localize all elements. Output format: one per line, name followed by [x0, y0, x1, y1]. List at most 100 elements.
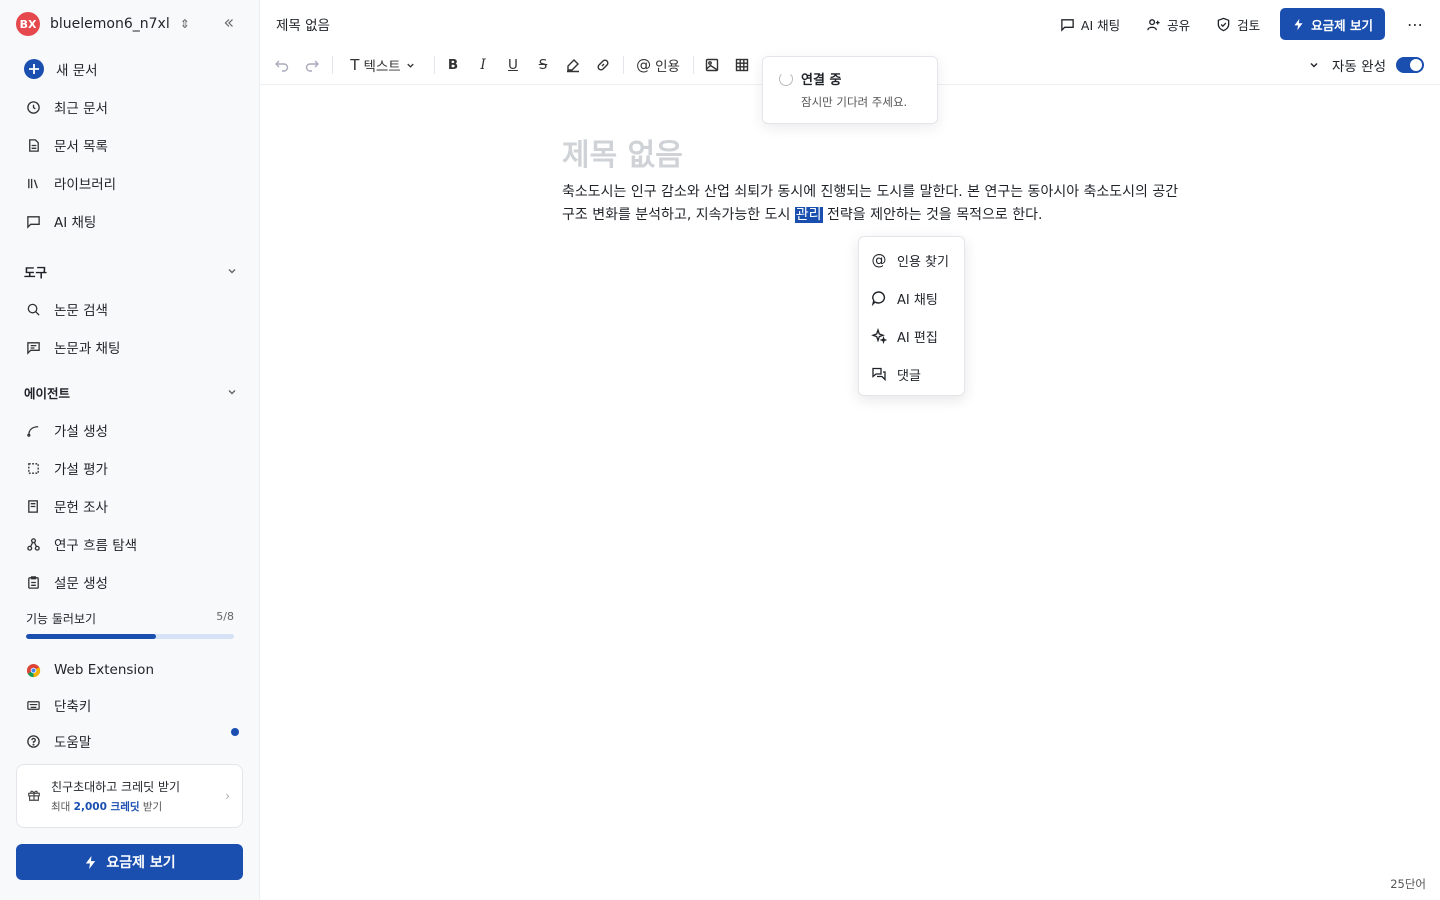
- invite-friends-card[interactable]: 친구초대하고 크레딧 받기 최대 2,000 크레딧 받기 ›: [16, 764, 243, 828]
- view-plans-top-button[interactable]: 요금제 보기: [1280, 8, 1385, 40]
- comment-icon: [872, 367, 886, 382]
- section-title: 도구: [24, 264, 48, 280]
- sidebar: BX bluelemon6_n7xl ⇕ 새 문서 최근 문서 문서 목록 라이…: [0, 0, 260, 900]
- nav-document-list[interactable]: 문서 목록: [16, 129, 244, 161]
- autocomplete-toggle[interactable]: [1396, 57, 1424, 73]
- button-label: 요금제 보기: [1311, 17, 1373, 33]
- document-body[interactable]: 축소도시는 인구 감소와 산업 쇠퇴가 동시에 진행되는 도시를 말한다. 본 …: [562, 181, 1182, 227]
- nav-library[interactable]: 라이브러리: [16, 167, 244, 199]
- collapse-sidebar-icon[interactable]: [218, 12, 240, 34]
- connecting-subtitle: 잠시만 기다려 주세요.: [801, 95, 908, 109]
- survey-icon: [24, 573, 42, 591]
- nav-label: 도움말: [54, 735, 92, 751]
- ai-chat-menu-item[interactable]: AI 채팅: [859, 279, 964, 317]
- table-icon[interactable]: [732, 54, 752, 76]
- link-icon[interactable]: [593, 54, 613, 76]
- nav-label: 최근 문서: [54, 101, 108, 117]
- nav-paper-chat[interactable]: 논문과 채팅: [16, 331, 244, 363]
- nav-recent-documents[interactable]: 최근 문서: [16, 91, 244, 123]
- help-icon: [24, 732, 42, 750]
- ai-chat-button[interactable]: AI 채팅: [1060, 15, 1120, 34]
- nav-survey-generation[interactable]: 설문 생성: [16, 566, 244, 598]
- tools-section-header[interactable]: 도구: [24, 259, 238, 283]
- nav-help[interactable]: 도움말: [16, 725, 244, 757]
- spinner-icon: [779, 71, 793, 86]
- at-icon: @: [871, 251, 887, 269]
- menu-label: 인용 찾기: [897, 254, 949, 270]
- nav-label: 라이브러리: [54, 177, 117, 193]
- nav-new-document[interactable]: 새 문서: [16, 53, 244, 85]
- nav-hypothesis-generation[interactable]: 가설 생성: [16, 414, 244, 446]
- keyboard-icon: [24, 696, 42, 714]
- image-icon[interactable]: [702, 54, 722, 76]
- review-button[interactable]: 검토: [1216, 15, 1260, 34]
- chevron-right-icon: ›: [225, 789, 230, 803]
- workspace-switcher[interactable]: BX bluelemon6_n7xl ⇕: [16, 10, 190, 38]
- chevron-down-icon[interactable]: [1308, 59, 1320, 71]
- tour-label: 기능 둘러보기: [26, 612, 97, 626]
- highlight-icon[interactable]: [563, 54, 583, 76]
- agents-section-header[interactable]: 에이전트: [24, 380, 238, 404]
- strikethrough-icon[interactable]: S: [533, 54, 553, 76]
- underline-icon[interactable]: U: [503, 54, 523, 76]
- tour-count: 5/8: [216, 610, 234, 623]
- cite-button[interactable]: @ 인용: [633, 54, 683, 76]
- nav-ai-chat[interactable]: AI 채팅: [16, 205, 244, 237]
- comment-menu-item[interactable]: 댓글: [859, 355, 964, 393]
- button-label: 공유: [1167, 17, 1191, 33]
- more-options-icon[interactable]: ⋯: [1407, 15, 1424, 34]
- nav-hypothesis-evaluation[interactable]: 가설 평가: [16, 452, 244, 484]
- autocomplete-label: 자동 완성: [1332, 59, 1386, 75]
- feature-tour[interactable]: 기능 둘러보기 5/8: [26, 610, 234, 639]
- at-icon: @: [636, 56, 652, 74]
- divider: [332, 56, 333, 74]
- nav-label: 새 문서: [56, 63, 98, 79]
- top-actions: AI 채팅 공유 검토 요금제 보기 ⋯: [1060, 8, 1424, 40]
- find-citation-menu-item[interactable]: @ 인용 찾기: [859, 241, 964, 279]
- tour-progress-fill: [26, 634, 156, 639]
- share-button[interactable]: 공유: [1146, 15, 1190, 34]
- text-style-dropdown[interactable]: T 텍스트: [344, 54, 422, 76]
- document-title-input[interactable]: 제목 없음: [562, 130, 683, 174]
- lightning-icon: [86, 855, 96, 869]
- nav-shortcuts[interactable]: 단축키: [16, 689, 244, 721]
- chevron-down-icon: [407, 63, 414, 68]
- menu-label: AI 편집: [897, 330, 938, 346]
- redo-icon[interactable]: [302, 54, 322, 76]
- menu-label: AI 채팅: [897, 292, 938, 308]
- search-icon: [24, 300, 42, 318]
- ai-edit-menu-item[interactable]: AI 편집: [859, 317, 964, 355]
- divider: [623, 56, 624, 74]
- evaluate-icon: [24, 459, 42, 477]
- library-icon: [24, 174, 42, 192]
- nav-label: 문서 목록: [54, 139, 108, 155]
- chat-bubble-icon: [871, 291, 886, 306]
- nav-label: 문헌 조사: [54, 500, 108, 516]
- menu-label: 댓글: [897, 368, 921, 384]
- section-title: 에이전트: [24, 385, 71, 401]
- add-user-icon: [1147, 18, 1160, 30]
- view-plans-button[interactable]: 요금제 보기: [16, 844, 243, 880]
- chevron-up-down-icon: ⇕: [179, 17, 190, 31]
- literature-icon: [24, 497, 42, 515]
- tour-progress-bar: [26, 634, 234, 639]
- paper-chat-icon: [24, 338, 42, 356]
- undo-icon[interactable]: [272, 54, 292, 76]
- button-label: 검토: [1237, 17, 1261, 33]
- bold-icon[interactable]: B: [443, 54, 463, 76]
- connecting-popup: 연결 중 잠시만 기다려 주세요.: [762, 56, 938, 124]
- button-label: 인용: [655, 59, 680, 75]
- italic-icon[interactable]: I: [473, 54, 493, 76]
- nav-literature-review[interactable]: 문헌 조사: [16, 490, 244, 522]
- clock-icon: [24, 98, 42, 116]
- nav-web-extension[interactable]: Web Extension: [16, 654, 244, 686]
- nav-research-flow[interactable]: 연구 흐름 탐색: [16, 528, 244, 560]
- autocomplete-control: 자동 완성: [1308, 54, 1424, 76]
- word-count: 25단어: [1390, 877, 1426, 891]
- shield-check-icon: [1217, 17, 1230, 31]
- nav-paper-search[interactable]: 논문 검색: [16, 293, 244, 325]
- invite-title: 친구초대하고 크레딧 받기: [51, 780, 181, 794]
- nav-label: 설문 생성: [54, 576, 108, 592]
- document-title-breadcrumb[interactable]: 제목 없음: [276, 14, 330, 34]
- selected-text: 관리: [794, 207, 823, 223]
